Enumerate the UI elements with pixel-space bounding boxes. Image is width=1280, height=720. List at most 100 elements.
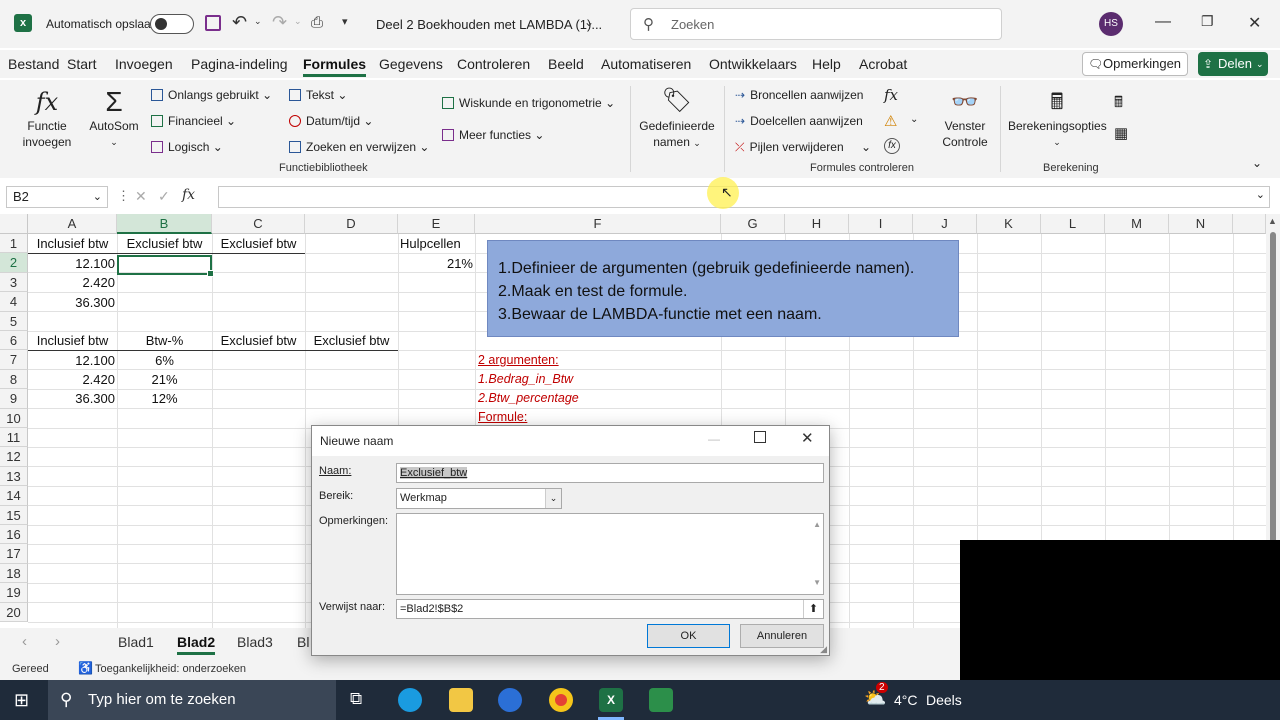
autosum-button[interactable]: Σ AutoSom ⌄ — [86, 86, 142, 150]
column-header[interactable]: M — [1105, 214, 1169, 234]
row-header[interactable]: 3 — [0, 272, 28, 293]
menu-help[interactable]: Help — [812, 56, 841, 72]
more-functions-button[interactable]: Meer functies ⌄ — [442, 128, 544, 142]
column-header[interactable] — [1233, 214, 1266, 234]
column-header[interactable]: A — [28, 214, 117, 234]
cell-a1[interactable]: Inclusief btw — [28, 236, 117, 251]
trace-dependents-button[interactable]: ⇢ Doelcellen aanwijzen — [735, 114, 863, 128]
scroll-thumb[interactable] — [1270, 232, 1276, 552]
row-header[interactable]: 6 — [0, 331, 28, 351]
scroll-up-icon[interactable]: ▲ — [813, 516, 821, 534]
menu-bestand[interactable]: Bestand — [8, 56, 59, 72]
column-header[interactable]: J — [913, 214, 977, 234]
avatar[interactable]: HS — [1099, 12, 1123, 36]
resize-grip-icon[interactable]: ◢ — [820, 644, 827, 655]
cell-b1[interactable]: Exclusief btw — [117, 236, 212, 251]
cell-a8[interactable]: 2.420 — [28, 372, 115, 387]
title-dropdown-icon[interactable]: ⌄ — [584, 15, 594, 29]
row-header[interactable]: 14 — [0, 486, 28, 506]
app-icon[interactable] — [649, 688, 673, 712]
calculate-sheet-icon[interactable]: ▦ — [1114, 124, 1128, 142]
edge-icon[interactable] — [398, 688, 422, 712]
next-sheet-icon[interactable]: › — [55, 633, 60, 650]
logical-button[interactable]: Logisch ⌄ — [151, 140, 223, 154]
comments-button[interactable]: 🗨 Opmerkingen — [1082, 52, 1188, 76]
financial-button[interactable]: Financieel ⌄ — [151, 114, 236, 128]
cell-b6[interactable]: Btw-% — [117, 333, 212, 348]
chrome-icon[interactable] — [549, 688, 573, 712]
menu-pagina-indeling[interactable]: Pagina-indeling — [191, 56, 288, 72]
menu-gegevens[interactable]: Gegevens — [379, 56, 443, 72]
share-button[interactable]: ⇪ Delen ⌄ — [1198, 52, 1268, 76]
cell-a7[interactable]: 12.100 — [28, 353, 115, 368]
windows-start-icon[interactable]: ⊞ — [14, 690, 29, 711]
task-view-icon[interactable]: ⧉ — [350, 689, 362, 709]
calc-options-button[interactable]: 🖩 Berekeningsopties ⌄ — [1008, 86, 1107, 150]
column-header[interactable]: G — [721, 214, 785, 234]
row-header[interactable]: 10 — [0, 408, 28, 428]
redo-dropdown-icon[interactable]: ⌄ — [294, 16, 302, 27]
ok-button[interactable]: OK — [647, 624, 730, 648]
insert-function-icon[interactable]: fx — [182, 187, 195, 203]
row-header[interactable]: 8 — [0, 369, 28, 390]
document-title[interactable]: Deel 2 Boekhouden met LAMBDA (1)... — [376, 17, 602, 32]
cell-a6[interactable]: Inclusief btw — [28, 333, 117, 348]
menu-invoegen[interactable]: Invoegen — [115, 56, 173, 72]
cell-b8[interactable]: 21% — [117, 372, 212, 387]
menu-automatiseren[interactable]: Automatiseren — [601, 56, 691, 72]
sheet-tab[interactable]: Bl — [297, 634, 309, 650]
excel-taskbar-icon[interactable]: X — [599, 688, 623, 712]
column-header[interactable]: H — [785, 214, 849, 234]
column-header[interactable]: F — [475, 214, 721, 234]
math-button[interactable]: Wiskunde en trigonometrie ⌄ — [442, 96, 615, 110]
row-header[interactable]: 2 — [0, 253, 28, 273]
cell-c6[interactable]: Exclusief btw — [212, 333, 305, 348]
defined-names-button[interactable]: 🏷 Gedefinieerde namen ⌄ — [638, 84, 716, 151]
row-header[interactable]: 16 — [0, 525, 28, 545]
column-header[interactable]: K — [977, 214, 1041, 234]
row-header[interactable]: 11 — [0, 428, 28, 448]
autosave-toggle[interactable] — [150, 14, 194, 34]
collapse-ribbon-icon[interactable]: ⌄ — [1252, 156, 1262, 170]
taskbar-search[interactable]: ⚲ Typ hier om te zoeken — [48, 680, 336, 720]
search-box[interactable]: ⚲ Zoeken — [630, 8, 1002, 40]
error-checking-icon[interactable]: ⚠ — [884, 112, 897, 130]
name-box[interactable]: B2 ⌄ — [6, 186, 108, 208]
select-all-corner[interactable] — [0, 214, 28, 234]
scroll-up-icon[interactable]: ▲ — [1268, 216, 1277, 226]
row-header[interactable]: 12 — [0, 447, 28, 467]
menu-start[interactable]: Start — [67, 56, 97, 72]
insert-function-button[interactable]: fx Functie invoegen — [14, 86, 80, 150]
menu-beeld[interactable]: Beeld — [548, 56, 584, 72]
redo-icon[interactable]: ↷ — [272, 12, 287, 33]
sheet-tab-active[interactable]: Blad2 — [177, 634, 216, 655]
lookup-button[interactable]: Zoeken en verwijzen ⌄ — [289, 140, 429, 154]
row-header[interactable]: 19 — [0, 583, 28, 603]
minimize-icon[interactable]: — — [1155, 13, 1171, 31]
row-header[interactable]: 1 — [0, 234, 28, 254]
refers-field[interactable]: =Blad2!$B$2 ⬆ — [396, 599, 824, 619]
menu-acrobat[interactable]: Acrobat — [859, 56, 907, 72]
cell-b7[interactable]: 6% — [117, 353, 212, 368]
cell-a2[interactable]: 12.100 — [28, 256, 115, 271]
menu-formules[interactable]: Formules — [303, 56, 367, 77]
menu-controleren[interactable]: Controleren — [457, 56, 530, 72]
menu-ontwikkelaars[interactable]: Ontwikkelaars — [709, 56, 797, 72]
show-formulas-icon[interactable]: fx — [884, 86, 898, 104]
text-button[interactable]: Tekst ⌄ — [289, 88, 347, 102]
restore-icon[interactable]: ❐ — [1201, 13, 1214, 30]
maximize-icon[interactable] — [754, 431, 766, 443]
column-header[interactable]: D — [305, 214, 398, 234]
cell-e1[interactable]: Hulpcellen — [400, 236, 461, 251]
accessibility-status[interactable]: Toegankelijkheid: onderzoeken — [95, 663, 246, 675]
cell-a3[interactable]: 2.420 — [28, 275, 115, 290]
column-header[interactable]: B — [117, 214, 212, 234]
cancel-icon[interactable]: ✕ — [135, 188, 147, 205]
cell-e2[interactable]: 21% — [398, 256, 473, 271]
recently-used-button[interactable]: Onlangs gebruikt ⌄ — [151, 88, 272, 102]
close-icon[interactable]: ✕ — [1248, 13, 1261, 33]
row-header[interactable]: 4 — [0, 292, 28, 312]
cell-b9[interactable]: 12% — [117, 391, 212, 406]
save-icon[interactable] — [205, 15, 221, 31]
expand-formula-icon[interactable]: ⌄ — [1256, 188, 1265, 201]
